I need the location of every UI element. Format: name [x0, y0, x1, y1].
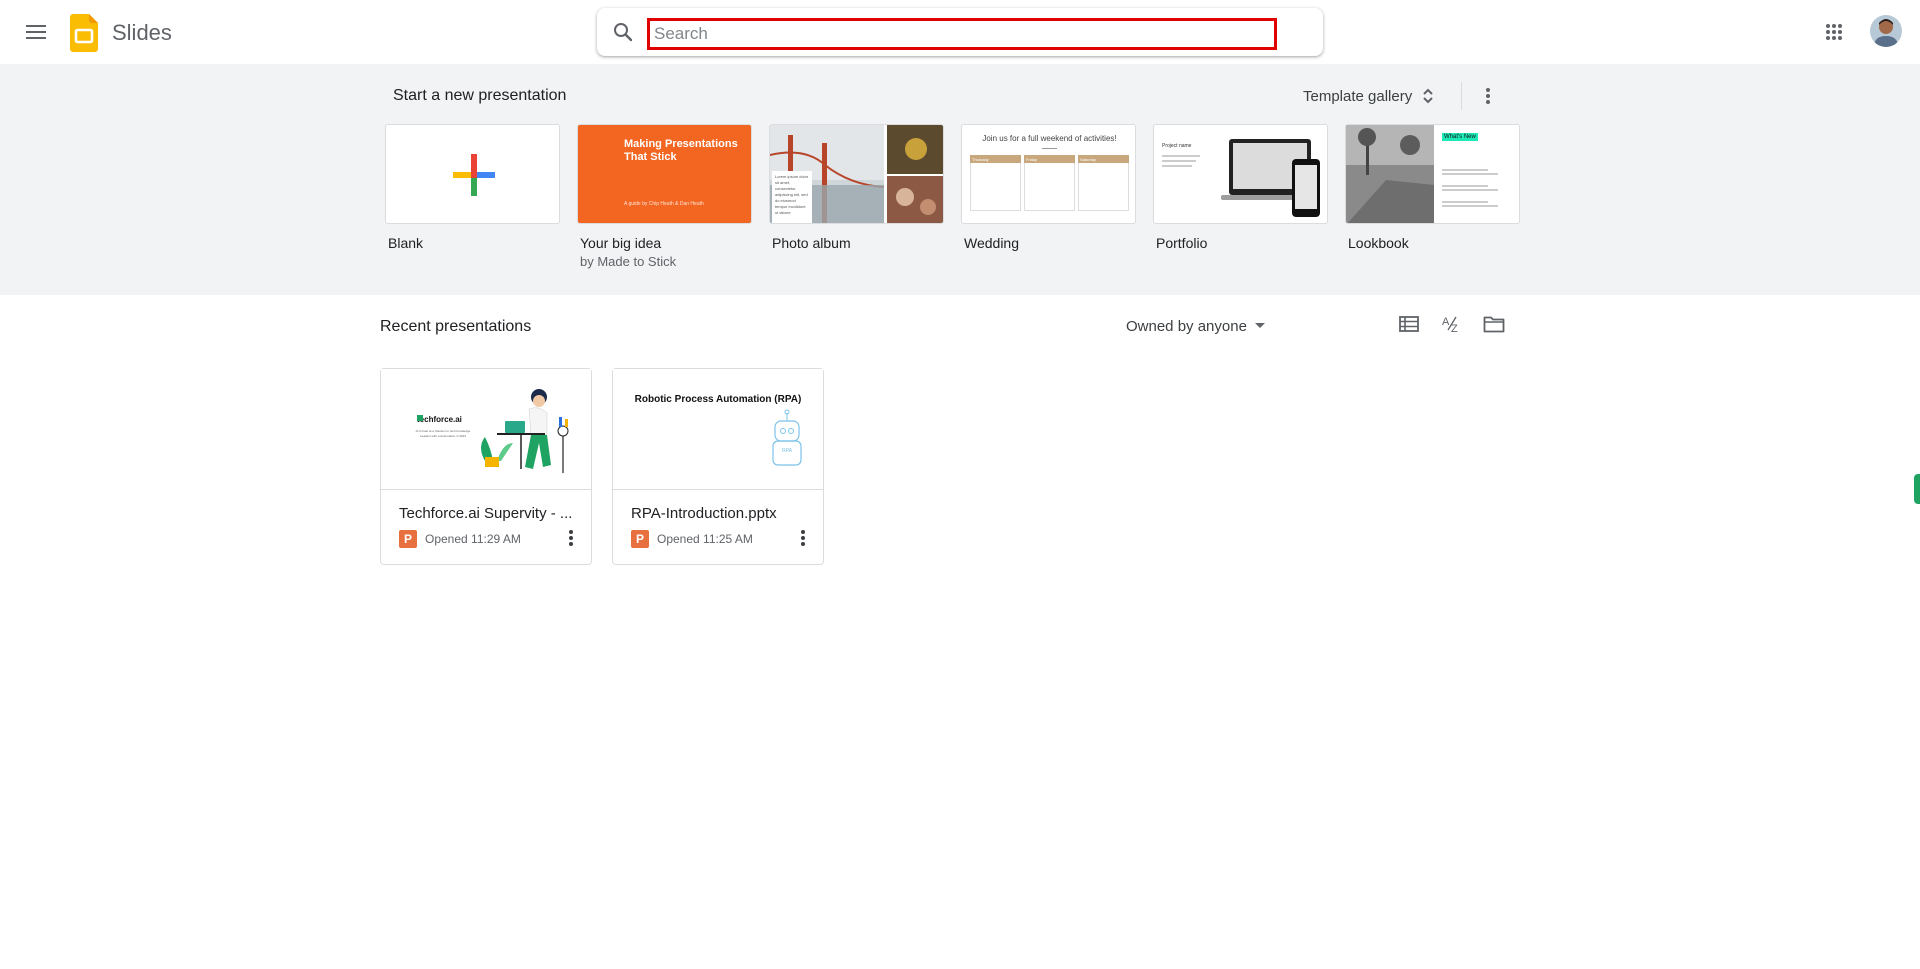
- slides-logo-icon[interactable]: [70, 14, 98, 52]
- column-header: Saturday: [1078, 155, 1129, 163]
- template-author: by Made to Stick: [580, 254, 677, 269]
- template-gallery-button[interactable]: Template gallery: [1293, 78, 1444, 114]
- thumbnail-column: Saturday: [1078, 155, 1129, 211]
- list-view-icon: [1399, 316, 1419, 332]
- account-avatar[interactable]: [1870, 15, 1902, 47]
- divider: [1042, 148, 1057, 149]
- divider: [1461, 82, 1462, 110]
- template-photo-album[interactable]: Lorem ipsum dolor sit amet, consectetur …: [769, 124, 944, 251]
- recent-doc-card[interactable]: techforce.ai AI is Fast at a Solution to…: [380, 368, 592, 565]
- app-title[interactable]: Slides: [112, 20, 172, 46]
- template-thumbnail: Project name: [1153, 124, 1328, 224]
- column-body: [1024, 163, 1075, 211]
- template-section: Start a new presentation Template galler…: [0, 64, 1920, 295]
- devices-image: [1162, 139, 1320, 217]
- template-lookbook[interactable]: What's New Lookbook: [1345, 124, 1520, 251]
- template-thumbnail: Lorem ipsum dolor sit amet, consectetur …: [769, 124, 944, 224]
- thumbnail-title: Join us for a full weekend of activities…: [982, 134, 1117, 143]
- powerpoint-file-icon: P: [399, 530, 417, 548]
- owner-filter-dropdown[interactable]: Owned by anyone: [1118, 310, 1273, 342]
- robot-illustration: [772, 409, 802, 466]
- hamburger-icon: [26, 25, 46, 39]
- doc-opened-time: Opened 11:29 AM: [425, 532, 521, 546]
- list-view-button[interactable]: [1392, 307, 1426, 341]
- doc-more-button[interactable]: [789, 524, 817, 552]
- doc-opened-time: Opened 11:25 AM: [657, 532, 753, 546]
- thumbnail-column: Thursday: [970, 155, 1021, 211]
- column-header: Friday: [1024, 155, 1075, 163]
- template-thumbnail: Making Presentations That Stick A guide …: [577, 124, 752, 224]
- doc-meta: P Opened 11:25 AM: [631, 530, 753, 548]
- template-label: Portfolio: [1156, 235, 1208, 251]
- open-file-picker-button[interactable]: [1477, 307, 1511, 341]
- template-portfolio[interactable]: Project name Portfolio: [1153, 124, 1328, 251]
- apps-grid-icon: [1826, 24, 1842, 40]
- svg-text:A: A: [1442, 316, 1450, 328]
- more-vert-icon: [569, 530, 573, 546]
- new-presentation-heading: Start a new presentation: [393, 87, 567, 104]
- thumbnail-columns: Thursday Friday Saturday: [970, 155, 1129, 211]
- template-label: Blank: [388, 235, 424, 251]
- owner-filter-label: Owned by anyone: [1126, 317, 1247, 335]
- folder-icon: [1483, 316, 1505, 333]
- search-input[interactable]: [647, 18, 1277, 50]
- thumbnail-column: Friday: [1024, 155, 1075, 211]
- template-thumbnail: Join us for a full weekend of activities…: [961, 124, 1136, 224]
- app-header: Slides: [0, 0, 1920, 64]
- street-photo-image: [1346, 125, 1498, 223]
- person-illustration: [417, 389, 569, 473]
- template-thumbnail: [385, 124, 560, 224]
- sort-options-button[interactable]: A Z: [1435, 307, 1469, 341]
- powerpoint-file-icon: P: [631, 530, 649, 548]
- thumbnail-badge: RPA: [782, 448, 792, 454]
- column-header: Thursday: [970, 155, 1021, 163]
- dropdown-arrow-icon: [1254, 323, 1265, 328]
- doc-thumbnail: techforce.ai AI is Fast at a Solution to…: [381, 369, 591, 490]
- recent-presentations-heading: Recent presentations: [380, 318, 532, 335]
- template-label: Your big idea: [580, 235, 662, 251]
- doc-title: RPA-Introduction.pptx: [631, 505, 777, 522]
- template-label: Lookbook: [1348, 235, 1409, 251]
- sort-az-icon: A Z: [1442, 316, 1458, 334]
- template-your-big-idea[interactable]: Making Presentations That Stick A guide …: [577, 124, 752, 269]
- plus-icon: [453, 154, 495, 196]
- thumbnail-caption: Lorem ipsum dolor sit amet, consectetur …: [775, 174, 809, 215]
- doc-thumbnail: Robotic Process Automation (RPA) RPA: [613, 369, 823, 490]
- column-body: [970, 163, 1021, 211]
- template-more-button[interactable]: [1472, 80, 1504, 112]
- template-label: Wedding: [964, 235, 1020, 251]
- google-apps-button[interactable]: [1818, 16, 1850, 48]
- side-panel-tab[interactable]: [1914, 474, 1920, 504]
- template-gallery-label: Template gallery: [1303, 87, 1413, 105]
- thumbnail-title: Making Presentations That Stick: [624, 138, 738, 163]
- template-blank[interactable]: Blank: [385, 124, 560, 251]
- template-thumbnail: What's New: [1345, 124, 1520, 224]
- doc-meta: P Opened 11:29 AM: [399, 530, 521, 548]
- doc-more-button[interactable]: [557, 524, 585, 552]
- template-wedding[interactable]: Join us for a full weekend of activities…: [961, 124, 1136, 251]
- search-bar: [597, 8, 1323, 56]
- more-vert-icon: [801, 530, 805, 546]
- column-body: [1078, 163, 1129, 211]
- search-icon[interactable]: [611, 20, 635, 44]
- unfold-icon: [1423, 88, 1433, 104]
- user-avatar-icon: [1870, 15, 1902, 47]
- more-vert-icon: [1486, 88, 1490, 104]
- template-label: Photo album: [772, 235, 851, 251]
- thumbnail-byline: A guide by Chip Heath & Dan Heath: [624, 201, 704, 207]
- thumbnail-title: What's New: [1442, 133, 1478, 141]
- doc-title: Techforce.ai Supervity - ...: [399, 505, 573, 522]
- recent-doc-card[interactable]: Robotic Process Automation (RPA) RPA RPA…: [612, 368, 824, 565]
- main-menu-button[interactable]: [18, 14, 54, 50]
